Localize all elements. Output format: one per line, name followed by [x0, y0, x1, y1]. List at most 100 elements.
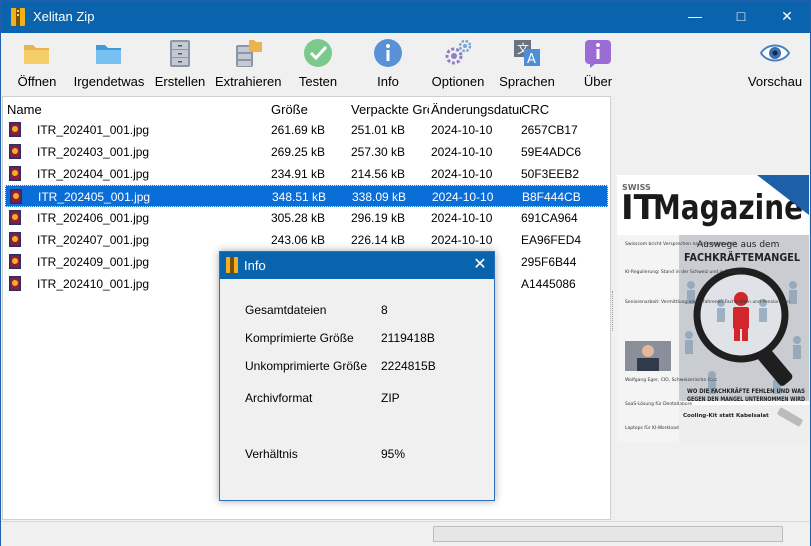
- preview-button[interactable]: Vorschau: [747, 37, 803, 93]
- compressed-size-value: 2119418B: [381, 331, 435, 345]
- image-file-icon: [9, 166, 21, 181]
- image-file-icon: [9, 122, 21, 137]
- file-name: ITR_202403_001.jpg: [37, 145, 150, 159]
- image-file-icon: [10, 189, 22, 204]
- file-packed-size: 214.56 kB: [351, 167, 406, 181]
- info-icon: [374, 39, 402, 67]
- column-header-name[interactable]: Name: [7, 102, 257, 117]
- status-bar: [1, 521, 810, 546]
- magazine-cover-image: SWISS IT Magazine Auswege aus dem FACHKR…: [617, 175, 809, 443]
- table-row[interactable]: ITR_202407_001.jpg 243.06 kB 226.14 kB 2024…: [5, 229, 608, 251]
- file-crc: 691CA964: [521, 211, 578, 225]
- eye-icon: [759, 44, 791, 62]
- file-crc: 295F6B44: [521, 255, 577, 269]
- side-item-1: Swisscom bricht Versprechen nach Pressic…: [625, 241, 737, 247]
- table-row[interactable]: ITR_202403_001.jpg 269.25 kB 257.30 kB 2024…: [5, 141, 608, 163]
- column-header-size[interactable]: Größe: [271, 102, 349, 117]
- table-row[interactable]: ITR_202406_001.jpg 305.28 kB 296.19 kB 2024…: [5, 207, 608, 229]
- app-logo-icon: [11, 8, 25, 26]
- preview-panel: SWISS IT Magazine Auswege aus dem FACHKR…: [616, 96, 810, 520]
- file-crc: B8F444CB: [522, 190, 581, 204]
- file-name: ITR_202410_001.jpg: [37, 277, 150, 291]
- file-crc: 59E4ADC6: [521, 145, 582, 159]
- bottom-1-text: WO DIE FACHKRÄFTE FEHLEN UND WAS: [687, 386, 805, 395]
- file-crc: 50F3EEB2: [521, 167, 580, 181]
- test-label: Testen: [298, 74, 338, 89]
- table-row[interactable]: ITR_202401_001.jpg 261.69 kB 251.01 kB 2024…: [5, 119, 608, 141]
- table-row-selected[interactable]: ITR_202405_001.jpg 348.51 kB 338.09 kB 2024…: [5, 185, 608, 207]
- test-button[interactable]: Testen: [293, 37, 343, 93]
- image-file-icon: [9, 254, 21, 269]
- file-size: 234.91 kB: [271, 167, 326, 181]
- image-file-icon: [9, 210, 21, 225]
- column-header-packed[interactable]: Verpackte Größe: [351, 102, 429, 117]
- side-item-2: KI-Regulierung: Stand in der Schweiz und…: [625, 269, 741, 275]
- extract-button[interactable]: Extrahieren: [215, 37, 281, 93]
- file-packed-size: 251.01 kB: [351, 123, 406, 137]
- file-size: 348.51 kB: [272, 190, 327, 204]
- file-packed-size: 257.30 kB: [351, 145, 406, 159]
- extract-label: Extrahieren: [215, 74, 282, 89]
- archive-format-value: ZIP: [381, 391, 400, 405]
- uncompressed-size-label: Unkomprimierte Größe: [245, 359, 368, 373]
- ratio-label: Verhältnis: [245, 447, 298, 461]
- close-button[interactable]: ✕: [764, 1, 810, 32]
- column-header-date[interactable]: Änderungsdatum: [431, 102, 521, 117]
- gears-icon: [445, 39, 472, 65]
- file-date: 2024-10-10: [431, 123, 493, 137]
- file-date: 2024-10-10: [431, 211, 493, 225]
- image-file-icon: [9, 232, 21, 247]
- info-dialog[interactable]: Info ✕ Gesamtdateien 8 Komprimierte Größ…: [219, 251, 495, 501]
- file-crc: A1445086: [521, 277, 576, 291]
- ratio-value: 95%: [381, 447, 406, 461]
- file-packed-size: 296.19 kB: [351, 211, 406, 225]
- file-size: 261.69 kB: [271, 123, 326, 137]
- headline-2-text: FACHKRÄFTEMANGEL: [684, 250, 800, 264]
- compressed-size-label: Komprimierte Größe: [245, 331, 354, 345]
- table-row[interactable]: ITR_202404_001.jpg 234.91 kB 214.56 kB 2024…: [5, 163, 608, 185]
- open-button[interactable]: Öffnen: [11, 37, 63, 93]
- languages-label: Sprachen: [499, 74, 555, 89]
- file-date: 2024-10-10: [432, 190, 494, 204]
- file-date: 2024-10-10: [431, 233, 493, 247]
- anything-label: Irgendetwas: [73, 74, 145, 89]
- dialog-title: Info: [244, 258, 266, 273]
- maximize-button[interactable]: □: [718, 1, 764, 32]
- uncompressed-size-value: 2224815B: [381, 359, 436, 373]
- image-file-icon: [9, 276, 21, 291]
- options-button[interactable]: Optionen: [429, 37, 487, 93]
- file-name: ITR_202401_001.jpg: [37, 123, 150, 137]
- dialog-close-button[interactable]: ✕: [466, 252, 494, 279]
- info-button[interactable]: Info: [365, 37, 411, 93]
- folder-icon: [96, 45, 121, 64]
- file-size: 269.25 kB: [271, 145, 326, 159]
- anything-button[interactable]: Irgendetwas: [71, 37, 147, 93]
- file-date: 2024-10-10: [431, 145, 493, 159]
- title-bar[interactable]: Xelitan Zip — □ ✕: [1, 1, 810, 33]
- file-size: 243.06 kB: [271, 233, 326, 247]
- file-packed-size: 338.09 kB: [352, 190, 407, 204]
- archive-format-label: Archivformat: [245, 391, 313, 405]
- create-label: Erstellen: [154, 74, 206, 89]
- language-icon: 文 A: [514, 40, 540, 67]
- window-title: Xelitan Zip: [33, 9, 95, 24]
- image-file-icon: [9, 144, 21, 159]
- bottom-2-text: GEGEN DEN MANGEL UNTERNOMMEN WIRD: [687, 396, 805, 403]
- info-label: Info: [377, 74, 399, 89]
- folder-open-icon: [24, 45, 49, 64]
- options-label: Optionen: [431, 74, 485, 89]
- file-crc: 2657CB17: [521, 123, 578, 137]
- dialog-title-bar[interactable]: Info ✕: [220, 252, 494, 279]
- side-item-3: Seniorenarbeit: Vermittlung von erfahren…: [625, 299, 790, 305]
- magazine-cover-art: SWISS IT Magazine Auswege aus dem FACHKR…: [617, 175, 809, 443]
- column-header-crc[interactable]: CRC: [521, 102, 601, 117]
- minimize-button[interactable]: —: [672, 1, 718, 32]
- toolbar: Öffnen Irgendetwas Erstellen Extrahieren…: [1, 33, 810, 93]
- about-button[interactable]: Über: [575, 37, 621, 93]
- create-button[interactable]: Erstellen: [153, 37, 207, 93]
- panel-splitter[interactable]: [612, 291, 615, 331]
- file-name: ITR_202409_001.jpg: [37, 255, 150, 269]
- side-item-6: Laptops für KI-Workloads: [625, 425, 682, 431]
- total-files-value: 8: [381, 303, 388, 317]
- languages-button[interactable]: 文 A Sprachen: [499, 37, 555, 93]
